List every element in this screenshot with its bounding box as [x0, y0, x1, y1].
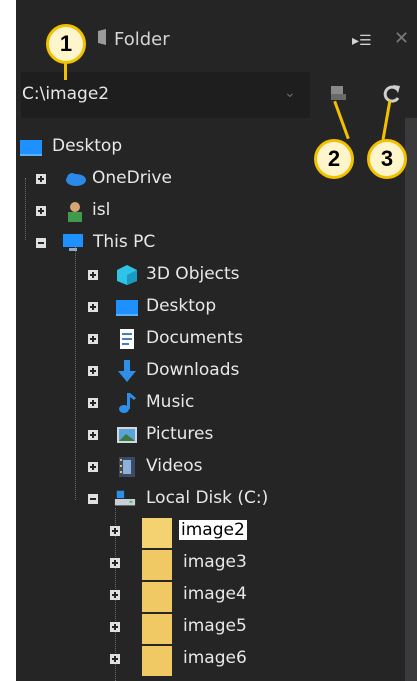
- desktop-icon: [20, 140, 42, 156]
- document-icon: [120, 329, 134, 349]
- desktop-icon: [116, 300, 138, 316]
- tree-item-image6[interactable]: image6: [16, 644, 401, 676]
- path-value: C:\image2: [22, 84, 110, 104]
- tree-item-desktop-2[interactable]: Desktop: [16, 292, 401, 324]
- tree-item-image4[interactable]: image4: [16, 580, 401, 612]
- chevron-down-icon[interactable]: ⌄: [284, 85, 296, 101]
- download-arrow-icon: [118, 360, 136, 382]
- expand-icon[interactable]: [110, 526, 120, 536]
- tree-item-label: Videos: [146, 456, 203, 476]
- tree-item-label: This PC: [93, 232, 156, 252]
- folder-icon: [142, 582, 172, 612]
- pin-panel-icon[interactable]: ▸☰: [352, 33, 372, 49]
- tree-item-label: 3D Objects: [146, 264, 240, 284]
- tree-item-label: image6: [183, 648, 247, 668]
- expand-icon[interactable]: [88, 398, 98, 408]
- tree-item-label: Desktop: [52, 136, 123, 156]
- user-icon: [68, 202, 82, 222]
- tree-item-3d-objects[interactable]: 3D Objects: [16, 260, 401, 292]
- expand-icon[interactable]: [88, 366, 98, 376]
- close-icon[interactable]: ✕: [394, 28, 409, 49]
- collapse-icon[interactable]: [88, 494, 98, 504]
- expand-icon[interactable]: [88, 430, 98, 440]
- tree-item-label: Local Disk (C:): [146, 488, 269, 508]
- tree-item-label: Music: [146, 392, 195, 412]
- tree-item-downloads[interactable]: Downloads: [16, 356, 401, 388]
- film-icon: [119, 457, 135, 477]
- expand-icon[interactable]: [36, 206, 46, 216]
- tree-item-user[interactable]: isl: [16, 196, 401, 228]
- tree-item-music[interactable]: Music: [16, 388, 401, 420]
- tree-item-label: Desktop: [146, 296, 217, 316]
- tree-item-this-pc[interactable]: This PC: [16, 228, 401, 260]
- cloud-icon: [66, 173, 86, 186]
- folder-icon: [142, 518, 172, 548]
- tree-item-label: Documents: [146, 328, 243, 348]
- music-note-icon: [119, 393, 136, 413]
- tree-item-videos[interactable]: Videos: [16, 452, 401, 484]
- computer-icon: [63, 234, 83, 251]
- folder-icon: [98, 29, 106, 45]
- tree-item-image2[interactable]: image2: [16, 516, 401, 548]
- scrollbar[interactable]: [405, 118, 417, 681]
- collapse-icon[interactable]: [36, 238, 46, 248]
- tree-item-image3[interactable]: image3: [16, 548, 401, 580]
- tree-item-label: Pictures: [146, 424, 214, 444]
- drive-icon: [114, 490, 136, 506]
- folder-tree: Desktop OneDrive isl This PC 3D Objects …: [16, 128, 401, 681]
- tree-item-documents[interactable]: Documents: [16, 324, 401, 356]
- callout-badge-3: 3: [367, 139, 407, 179]
- expand-icon[interactable]: [88, 302, 98, 312]
- tree-item-pictures[interactable]: Pictures: [16, 420, 401, 452]
- callout-badge-2: 2: [314, 139, 354, 179]
- folder-icon: [142, 550, 172, 580]
- expand-icon[interactable]: [36, 174, 46, 184]
- expand-icon[interactable]: [88, 270, 98, 280]
- tree-item-label: image5: [183, 616, 247, 636]
- tree-item-label: image3: [183, 552, 247, 572]
- tree-item-label-selected: image2: [179, 520, 247, 540]
- picture-icon: [117, 427, 137, 443]
- expand-icon[interactable]: [110, 558, 120, 568]
- tree-item-label: isl: [92, 200, 111, 220]
- refresh-icon[interactable]: [381, 83, 403, 105]
- tree-item-label: image4: [183, 584, 247, 604]
- tree-item-image5[interactable]: image5: [16, 612, 401, 644]
- cube-icon: [117, 265, 137, 285]
- expand-icon[interactable]: [88, 462, 98, 472]
- callout-badge-1: 1: [46, 24, 86, 64]
- expand-icon[interactable]: [110, 654, 120, 664]
- tree-item-local-disk[interactable]: Local Disk (C:): [16, 484, 401, 516]
- folder-icon: [142, 646, 172, 676]
- panel-title: Folder: [114, 29, 170, 50]
- expand-icon[interactable]: [110, 622, 120, 632]
- expand-icon[interactable]: [88, 334, 98, 344]
- folder-icon: [142, 614, 172, 644]
- tree-item-label: Downloads: [146, 360, 240, 380]
- expand-icon[interactable]: [110, 590, 120, 600]
- tree-item-label: OneDrive: [92, 168, 172, 188]
- folder-panel: Folder ▸☰ ✕ C:\image2 ⌄ Desktop OneDrive…: [16, 0, 417, 681]
